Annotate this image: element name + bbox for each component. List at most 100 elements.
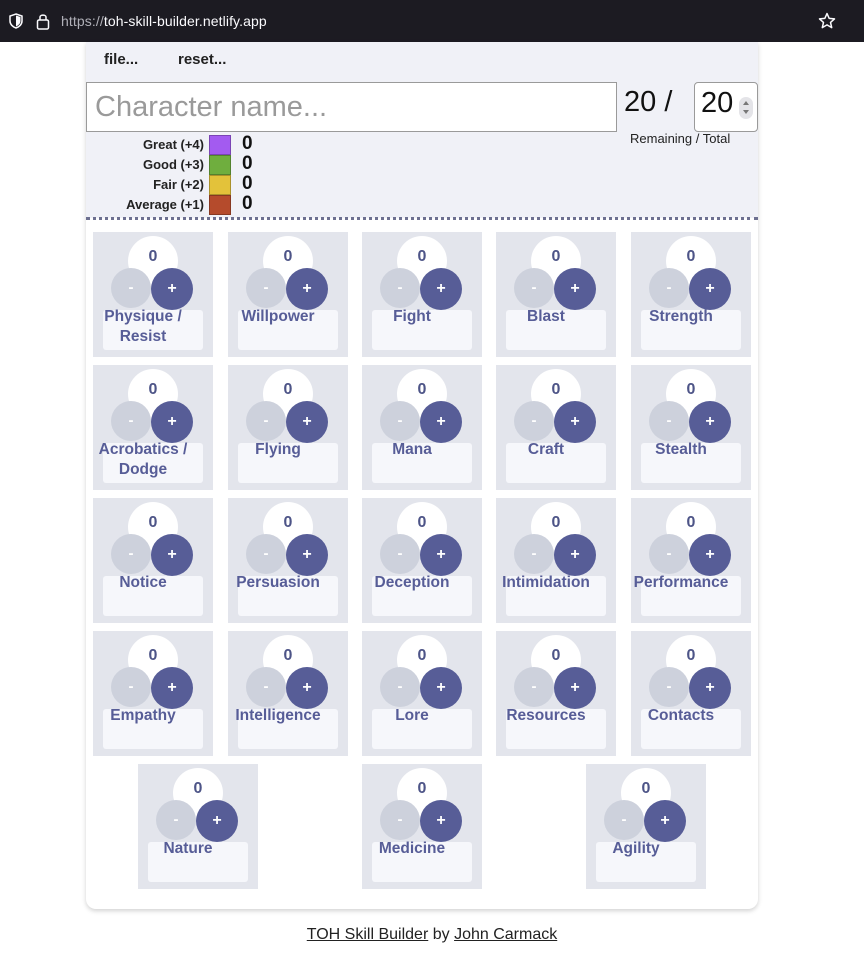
- increment-button[interactable]: +: [689, 534, 731, 576]
- skill-name: Craft: [527, 441, 565, 458]
- skill-tile: 0- + Craft: [496, 365, 616, 490]
- decrement-button[interactable]: -: [514, 534, 554, 574]
- skill-builder-card: file... reset... 20 / 20 Remaining / Tot…: [86, 42, 758, 909]
- character-name-input[interactable]: [86, 82, 617, 132]
- skill-name: Blast: [527, 308, 565, 325]
- url-host: toh-skill-builder.netlify.app: [103, 13, 267, 29]
- decrement-button[interactable]: -: [380, 268, 420, 308]
- decrement-button[interactable]: -: [649, 268, 689, 308]
- skill-tile: 0- + Performance: [631, 498, 751, 623]
- increment-button[interactable]: +: [554, 268, 596, 310]
- decrement-button[interactable]: -: [246, 268, 286, 308]
- skill-tile: 0- + Nature: [138, 764, 258, 889]
- skill-name: Acrobatics / Dodge: [98, 441, 188, 478]
- increment-button[interactable]: +: [554, 401, 596, 443]
- decrement-button[interactable]: -: [514, 401, 554, 441]
- decrement-button[interactable]: -: [246, 534, 286, 574]
- spinner-arrows-icon[interactable]: [739, 97, 753, 119]
- url-text[interactable]: https://toh-skill-builder.netlify.app: [61, 13, 267, 29]
- decrement-button[interactable]: -: [111, 268, 151, 308]
- author-link[interactable]: John Carmack: [454, 926, 557, 943]
- shield-icon[interactable]: [8, 13, 24, 29]
- address-bar[interactable]: https://toh-skill-builder.netlify.app: [0, 0, 864, 42]
- skill-tile: 0- + Contacts: [631, 631, 751, 756]
- skill-tile: 0- + Deception: [362, 498, 482, 623]
- decrement-button[interactable]: -: [111, 401, 151, 441]
- skill-name: Notice: [119, 574, 167, 591]
- decrement-button[interactable]: -: [380, 667, 420, 707]
- legend-label: Average (+1): [126, 197, 204, 212]
- increment-button[interactable]: +: [689, 268, 731, 310]
- decrement-button[interactable]: -: [111, 534, 151, 574]
- legend-swatch: [209, 135, 231, 155]
- skill-tile: 0- + Blast: [496, 232, 616, 357]
- skill-tile: 0- + Medicine: [362, 764, 482, 889]
- increment-button[interactable]: +: [689, 667, 731, 709]
- decrement-button[interactable]: -: [380, 401, 420, 441]
- increment-button[interactable]: +: [689, 401, 731, 443]
- increment-button[interactable]: +: [644, 800, 686, 842]
- increment-button[interactable]: +: [151, 268, 193, 310]
- legend-count: 0: [242, 193, 253, 214]
- increment-button[interactable]: +: [420, 534, 462, 576]
- decrement-button[interactable]: -: [514, 268, 554, 308]
- decrement-button[interactable]: -: [156, 800, 196, 840]
- increment-button[interactable]: +: [554, 534, 596, 576]
- skill-name: Willpower: [241, 308, 315, 325]
- points-remaining: 20 /: [624, 86, 673, 118]
- decrement-button[interactable]: -: [604, 800, 644, 840]
- browser-toolbar: https://toh-skill-builder.netlify.app: [0, 0, 864, 42]
- increment-button[interactable]: +: [420, 268, 462, 310]
- increment-button[interactable]: +: [151, 667, 193, 709]
- skill-tile: 0- + Persuasion: [228, 498, 348, 623]
- legend-swatch: [209, 195, 231, 215]
- skill-tile: 0- + Agility: [586, 764, 706, 889]
- increment-button[interactable]: +: [151, 534, 193, 576]
- lock-icon[interactable]: [36, 12, 50, 30]
- decrement-button[interactable]: -: [649, 667, 689, 707]
- increment-button[interactable]: +: [420, 667, 462, 709]
- file-menu-button[interactable]: file...: [96, 48, 147, 72]
- decrement-button[interactable]: -: [380, 534, 420, 574]
- decrement-button[interactable]: -: [649, 534, 689, 574]
- increment-button[interactable]: +: [420, 800, 462, 842]
- increment-button[interactable]: +: [286, 268, 328, 310]
- skill-tile: 0- + Intimidation: [496, 498, 616, 623]
- decrement-button[interactable]: -: [514, 667, 554, 707]
- legend-label: Good (+3): [142, 157, 204, 172]
- increment-button[interactable]: +: [420, 401, 462, 443]
- skill-name: Fight: [393, 308, 431, 325]
- skill-tile: 0- + Flying: [228, 365, 348, 490]
- decrement-button[interactable]: -: [649, 401, 689, 441]
- increment-button[interactable]: +: [286, 534, 328, 576]
- increment-button[interactable]: +: [286, 401, 328, 443]
- skill-tile: 0- + Willpower: [228, 232, 348, 357]
- increment-button[interactable]: +: [151, 401, 193, 443]
- skill-name: Agility: [612, 840, 660, 857]
- decrement-button[interactable]: -: [380, 800, 420, 840]
- skill-name: Strength: [649, 308, 713, 325]
- skill-name: Resources: [506, 707, 586, 724]
- skill-name: Nature: [163, 840, 213, 857]
- skill-tile: 0- + Lore: [362, 631, 482, 756]
- bookmark-star-icon[interactable]: [818, 12, 836, 30]
- skill-name: Persuasion: [236, 574, 320, 591]
- skill-name: Contacts: [647, 707, 715, 724]
- skill-name: Stealth: [655, 441, 707, 458]
- skill-tile: 0- + Physique / Resist: [93, 232, 213, 357]
- skill-tile: 0- + Mana: [362, 365, 482, 490]
- url-scheme: https://: [61, 13, 104, 29]
- increment-button[interactable]: +: [554, 667, 596, 709]
- increment-button[interactable]: +: [196, 800, 238, 842]
- remaining-total-caption: Remaining / Total: [630, 131, 731, 146]
- skill-name: Lore: [395, 707, 429, 724]
- skill-name: Mana: [392, 441, 432, 458]
- app-link[interactable]: TOH Skill Builder: [307, 926, 429, 943]
- decrement-button[interactable]: -: [111, 667, 151, 707]
- points-total-stepper[interactable]: 20: [694, 82, 758, 132]
- decrement-button[interactable]: -: [246, 667, 286, 707]
- skill-name: Performance: [633, 574, 729, 591]
- reset-menu-button[interactable]: reset...: [170, 48, 235, 72]
- decrement-button[interactable]: -: [246, 401, 286, 441]
- increment-button[interactable]: +: [286, 667, 328, 709]
